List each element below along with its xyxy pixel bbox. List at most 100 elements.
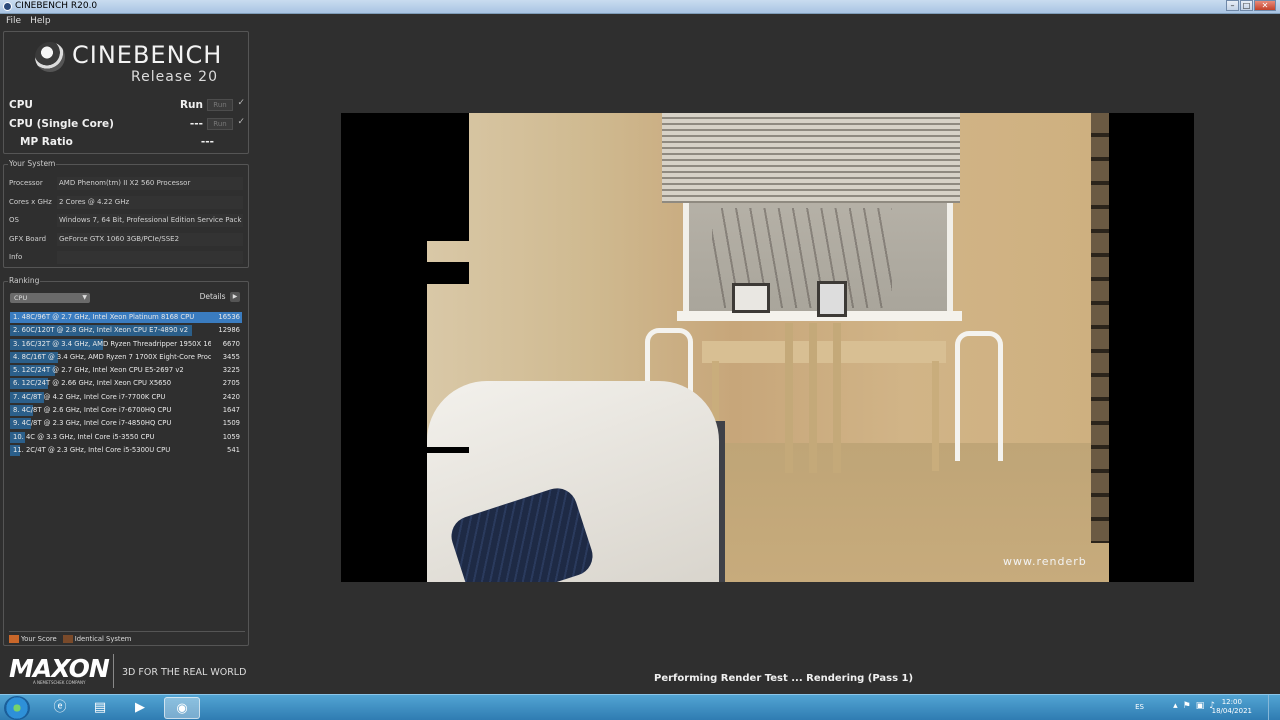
menu-file[interactable]: File [6,14,21,29]
minimize-button[interactable]: – [1226,0,1239,11]
logo-title: CINEBENCH [72,41,223,69]
ranking-cpu-name: 9. 4C/8T @ 2.3 GHz, Intel Core i7-4850HQ… [13,419,172,428]
bench-value: --- [189,118,203,130]
bench-row-cpu: CPU Run Run ✓ [9,98,245,114]
cinebench-logo-icon [35,42,65,72]
group-title: Ranking [8,276,41,285]
clock[interactable]: 12:00 18/04/2021 [1212,698,1252,716]
menu-help[interactable]: Help [30,14,51,29]
run-single-core-button[interactable]: Run [207,118,233,130]
ranking-cpu-name: 5. 12C/24T @ 2.7 GHz, Intel Xeon CPU E5-… [13,366,184,375]
ranking-cpu-name: 4. 8C/16T @ 3.4 GHz, AMD Ryzen 7 1700X E… [13,352,211,361]
system-key: GFX Board [9,235,47,243]
ranking-cpu-name: 10. 4C @ 3.3 GHz, Intel Core i5-3550 CPU [13,432,155,441]
bench-row-mp-ratio: MP Ratio --- [20,135,245,151]
media-player-icon[interactable]: ▶ [122,697,158,719]
benchmark-panel: CINEBENCH Release 20 CPU Run Run ✓ CPU (… [3,31,249,154]
system-key: OS [9,216,19,224]
picture-frame [732,283,770,313]
ranking-row[interactable]: 2. 60C/120T @ 2.8 GHz, Intel Xeon CPU E7… [10,324,242,337]
unrendered-region [427,113,469,241]
title-bar: CINEBENCH R20.0 – □ ✕ [0,0,1280,14]
system-key: Info [9,253,23,261]
identical-system-swatch [62,634,73,643]
cinebench-app-icon [3,2,12,11]
maxon-branding: MAXON A NEMETSCHEK COMPANY 3D FOR THE RE… [9,654,249,690]
check-icon[interactable]: ✓ [237,117,245,127]
system-row-gfx: GFX Board GeForce GTX 1060 3GB/PCIe/SSE2 [9,233,243,246]
language-indicator[interactable]: ES [1135,703,1144,711]
close-button[interactable]: ✕ [1254,0,1276,11]
ranking-row[interactable]: 7. 4C/8T @ 4.2 GHz, Intel Core i7-7700K … [10,391,242,404]
file-explorer-icon[interactable]: ▤ [82,697,118,719]
render-viewport: www.renderb [341,113,1194,582]
ranking-row[interactable]: 8. 4C/8T @ 2.6 GHz, Intel Core i7-6700HQ… [10,404,242,417]
menu-bar: File Help [0,14,1280,29]
ranking-score: 2705 [222,379,240,388]
ranking-type-select[interactable]: CPU ▼ [10,293,90,303]
window-title: CINEBENCH R20.0 [15,1,98,11]
bench-label: CPU [9,99,33,111]
ranking-cpu-name: 6. 12C/24T @ 2.66 GHz, Intel Xeon CPU X5… [13,379,172,388]
maximize-button[interactable]: □ [1240,0,1253,11]
ranking-score: 1509 [222,419,240,428]
ranking-row[interactable]: 6. 12C/24T @ 2.66 GHz, Intel Xeon CPU X5… [10,377,242,390]
watermark: www.renderb [1003,555,1087,568]
bench-row-single-core: CPU (Single Core) --- Run ✓ [9,117,245,133]
system-row-info: Info [9,251,243,264]
bench-label: MP Ratio [20,136,73,148]
system-value: GeForce GTX 1060 3GB/PCIe/SSE2 [57,233,243,246]
system-row-os: OS Windows 7, 64 Bit, Professional Editi… [9,214,243,227]
ranking-row[interactable]: 3. 16C/32T @ 3.4 GHz, AMD Ryzen Threadri… [10,338,242,351]
ranking-row[interactable]: 10. 4C @ 3.3 GHz, Intel Core i5-3550 CPU… [10,431,242,444]
window-blinds [662,113,960,203]
legend-your-score: Your Score [21,634,57,643]
window-controls: – □ ✕ [1225,0,1276,11]
group-title: Your System [8,159,57,168]
brand-divider [113,654,114,688]
system-row-cores: Cores x GHz 2 Cores @ 4.22 GHz [9,196,243,209]
clock-time: 12:00 [1221,698,1242,706]
bench-value: Run [179,99,203,111]
maxon-logo: MAXON [9,654,110,683]
render-bucket [427,447,469,453]
chevron-down-icon: ▼ [82,294,87,301]
ranking-row[interactable]: 9. 4C/8T @ 2.3 GHz, Intel Core i7-4850HQ… [10,417,242,430]
picture-frame [817,281,847,317]
bookshelf [1091,113,1109,543]
bench-value: --- [200,136,214,148]
your-system-group: Your System Processor AMD Phenom(tm) II … [3,159,249,268]
table-leg [932,361,939,471]
white-chair [955,331,1003,461]
system-value: Windows 7, 64 Bit, Professional Edition … [57,214,243,227]
render-bucket [427,262,469,284]
start-button[interactable] [4,696,30,720]
internet-explorer-icon[interactable]: ⓔ [42,697,78,719]
select-value: CPU [14,294,28,302]
brand-tagline: 3D FOR THE REAL WORLD [122,667,247,678]
ranking-score: 3225 [222,366,240,375]
ranking-group: Ranking CPU ▼ Details ▶ 1. 48C/96T @ 2.7… [3,276,249,646]
system-value: AMD Phenom(tm) II X2 560 Processor [57,177,243,190]
system-value: 2 Cores @ 4.22 GHz [57,196,243,209]
cinebench-taskbar-icon[interactable]: ◉ [164,697,200,719]
ranking-row[interactable]: 11. 2C/4T @ 2.3 GHz, Intel Core i5-5300U… [10,444,242,457]
ranking-row[interactable]: 4. 8C/16T @ 3.4 GHz, AMD Ryzen 7 1700X E… [10,351,242,364]
ranking-score: 1059 [222,432,240,441]
details-button[interactable]: Details ▶ [200,292,240,302]
system-key: Processor [9,179,43,187]
ranking-score: 3455 [222,352,240,361]
ranking-score: 541 [227,445,240,454]
show-desktop-button[interactable] [1268,695,1280,720]
ranking-cpu-name: 3. 16C/32T @ 3.4 GHz, AMD Ryzen Threadri… [13,339,211,348]
ranking-row[interactable]: 5. 12C/24T @ 2.7 GHz, Intel Xeon CPU E5-… [10,364,242,377]
run-cpu-button[interactable]: Run [207,99,233,111]
ranking-score: 12986 [218,326,240,335]
ranking-cpu-name: 8. 4C/8T @ 2.6 GHz, Intel Core i7-6700HQ… [13,406,172,415]
ranking-row[interactable]: 1. 48C/96T @ 2.7 GHz, Intel Xeon Platinu… [10,311,242,324]
ranking-cpu-name: 11. 2C/4T @ 2.3 GHz, Intel Core i5-5300U… [13,445,171,454]
taskbar: ⓔ ▤ ▶ ◉ ES ▴⚑▣♪ 12:00 18/04/2021 [0,694,1280,720]
ranking-cpu-name: 1. 48C/96T @ 2.7 GHz, Intel Xeon Platinu… [13,313,195,321]
check-icon[interactable]: ✓ [237,98,245,108]
ranking-score: 1647 [222,406,240,415]
